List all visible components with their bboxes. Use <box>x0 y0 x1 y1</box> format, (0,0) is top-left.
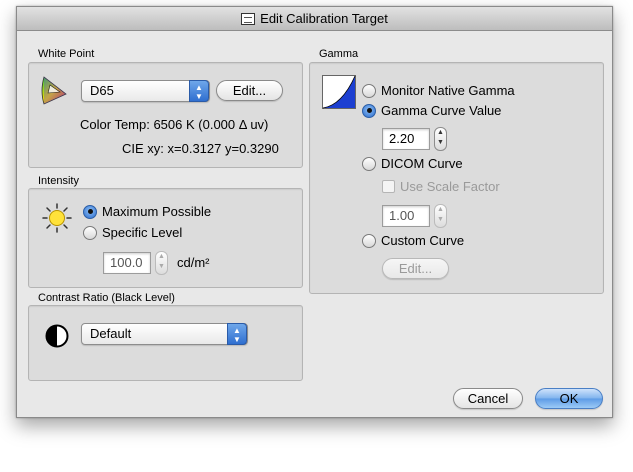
radio-gamma-curve-value[interactable]: Gamma Curve Value <box>362 103 501 118</box>
white-point-label: White Point <box>38 48 95 60</box>
radio-button[interactable] <box>362 233 376 248</box>
radio-button[interactable] <box>83 204 97 219</box>
cancel-button[interactable]: Cancel <box>453 388 523 409</box>
color-gamut-icon <box>41 76 67 105</box>
sun-icon <box>42 203 72 233</box>
contrast-ratio-label: Contrast Ratio (Black Level) <box>38 292 175 304</box>
document-icon <box>241 13 256 25</box>
gamma-label: Gamma <box>319 48 359 60</box>
radio-button[interactable] <box>362 83 376 98</box>
checkbox[interactable] <box>382 180 395 193</box>
scale-factor-field[interactable]: 1.00 <box>382 205 430 227</box>
gamma-group: Monitor Native Gamma Gamma Curve Value 2… <box>309 62 604 294</box>
use-scale-factor-checkbox[interactable]: Use Scale Factor <box>382 179 500 194</box>
intensity-stepper[interactable]: ▲ ▼ <box>155 251 168 275</box>
popup-arrows-icon: ▲ ▼ <box>227 323 247 345</box>
intensity-value-field[interactable]: 100.0 <box>103 252 151 274</box>
intensity-group: Maximum Possible Specific Level 100.0 ▲ ▼… <box>28 188 303 288</box>
radio-dicom-curve[interactable]: DICOM Curve <box>362 156 463 171</box>
radio-button[interactable] <box>83 225 97 240</box>
radio-maximum-possible[interactable]: Maximum Possible <box>83 204 211 219</box>
title-bar: Edit Calibration Target <box>17 7 612 31</box>
white-point-select[interactable]: D65 ▲ ▼ <box>81 80 210 102</box>
radio-button[interactable] <box>362 103 376 118</box>
contrast-icon <box>45 324 69 348</box>
gamma-curve-icon <box>322 75 356 109</box>
intensity-unit: cd/m² <box>177 255 210 270</box>
radio-custom-curve[interactable]: Custom Curve <box>362 233 464 248</box>
contrast-ratio-group: Default ▲ ▼ <box>28 305 303 381</box>
scale-factor-stepper[interactable]: ▲ ▼ <box>434 204 447 228</box>
popup-arrows-icon: ▲ ▼ <box>189 80 209 102</box>
white-point-group: D65 ▲ ▼ Edit... Color Temp: 6506 K (0.000… <box>28 62 303 168</box>
radio-button[interactable] <box>362 156 376 171</box>
ok-button[interactable]: OK <box>535 388 603 409</box>
contrast-ratio-select[interactable]: Default ▲ ▼ <box>81 323 248 345</box>
intensity-label: Intensity <box>38 175 79 187</box>
gamma-curve-value-field[interactable]: 2.20 <box>382 128 430 150</box>
window-title: Edit Calibration Target <box>260 11 388 26</box>
gamma-curve-stepper[interactable]: ▲ ▼ <box>434 127 447 151</box>
custom-curve-edit-button[interactable]: Edit... <box>382 258 449 279</box>
white-point-edit-button[interactable]: Edit... <box>216 80 283 101</box>
cie-xy-text: CIE xy: x=0.3127 y=0.3290 <box>122 141 279 156</box>
radio-monitor-native-gamma[interactable]: Monitor Native Gamma <box>362 83 515 98</box>
color-temp-text: Color Temp: 6506 K (0.000 Δ uv) <box>80 117 269 132</box>
radio-specific-level[interactable]: Specific Level <box>83 225 182 240</box>
edit-calibration-target-dialog: Edit Calibration Target White Point D65 … <box>16 6 613 418</box>
